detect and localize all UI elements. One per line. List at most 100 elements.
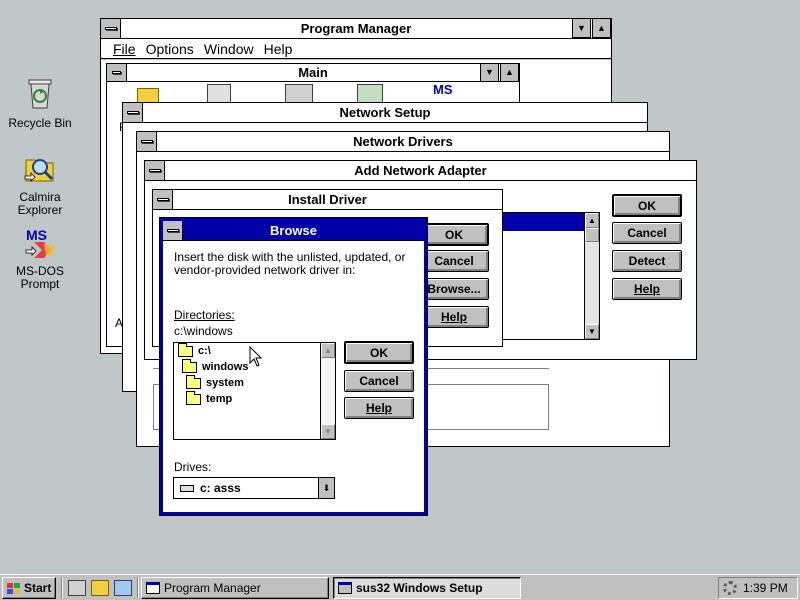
- maximize-icon[interactable]: ▲: [592, 19, 611, 38]
- desktop-icon-recycle-bin[interactable]: Recycle Bin: [2, 76, 78, 130]
- explorer-icon: [24, 159, 54, 182]
- setup-task-icon: [338, 582, 352, 594]
- hard-drive-icon: [180, 484, 194, 492]
- tree-item-temp[interactable]: temp: [186, 390, 233, 405]
- calmira-explorer-label: Calmira Explorer: [17, 190, 63, 217]
- system-menu-icon[interactable]: [101, 19, 121, 38]
- program-manager-titlebar[interactable]: Program Manager: [101, 19, 611, 39]
- directory-tree-scrollbar[interactable]: ▲ ▼: [320, 343, 335, 439]
- quicklaunch-folder-icon[interactable]: [114, 580, 132, 596]
- main-group-titlebar[interactable]: Main: [107, 64, 519, 82]
- install-driver-help-label: Help: [440, 310, 467, 324]
- tree-item-system[interactable]: system: [186, 374, 244, 389]
- install-driver-titlebar[interactable]: Install Driver: [153, 190, 502, 210]
- add-adapter-cancel-button[interactable]: Cancel: [612, 222, 682, 244]
- task-setup-label: sus32 Windows Setup: [356, 581, 483, 595]
- network-setup-titlebar[interactable]: Network Setup: [123, 103, 647, 123]
- add-adapter-ok-button[interactable]: OK: [612, 194, 682, 217]
- program-manager-title: Program Manager: [300, 21, 412, 36]
- tree-item-windows[interactable]: windows: [182, 358, 248, 373]
- start-button[interactable]: Start: [2, 577, 56, 599]
- install-driver-cancel-label: Cancel: [434, 254, 474, 268]
- add-adapter-cancel-label: Cancel: [627, 226, 667, 240]
- print-manager-icon[interactable]: [285, 84, 313, 104]
- browse-help-button[interactable]: Help: [344, 397, 414, 419]
- main-minimize-icon[interactable]: ▼: [480, 64, 499, 82]
- add-adapter-help-button[interactable]: Help: [612, 278, 682, 300]
- tree-item-root-label: c:\: [198, 345, 211, 357]
- tray-gear-icon[interactable]: [723, 581, 737, 595]
- install-driver-ok-button[interactable]: OK: [419, 223, 489, 246]
- desktop-icon-calmira-explorer[interactable]: Calmira Explorer: [2, 152, 78, 217]
- dropdown-arrow-icon[interactable]: ⬇: [318, 478, 334, 498]
- drives-select[interactable]: c: asss ⬇: [173, 477, 335, 499]
- task-separator: [137, 578, 139, 598]
- svg-text:MS: MS: [26, 227, 47, 243]
- install-driver-cancel-button[interactable]: Cancel: [419, 250, 489, 272]
- main-maximize-icon[interactable]: ▲: [500, 64, 519, 82]
- drives-label: Drives:: [174, 460, 212, 474]
- task-program-manager-label: Program Manager: [164, 581, 261, 595]
- network-setup-system-menu-icon[interactable]: [123, 103, 143, 122]
- taskbar: Start Program Manager sus32 Windows Setu…: [0, 574, 800, 600]
- browse-title: Browse: [270, 223, 317, 238]
- network-drivers-titlebar[interactable]: Network Drivers: [137, 132, 669, 152]
- clock[interactable]: 1:39 PM: [743, 581, 788, 595]
- add-adapter-title: Add Network Adapter: [354, 163, 487, 178]
- task-setup[interactable]: sus32 Windows Setup: [333, 577, 521, 599]
- tree-scroll-up-icon[interactable]: ▲: [321, 343, 335, 358]
- mouse-pointer-icon: [249, 346, 263, 367]
- install-driver-help-button[interactable]: Help: [419, 306, 489, 328]
- folder-icon: [186, 374, 201, 389]
- scroll-thumb[interactable]: [585, 228, 599, 242]
- desktop-icon-msdos-prompt[interactable]: MS MS-DOS Prompt: [2, 226, 78, 291]
- add-adapter-titlebar[interactable]: Add Network Adapter: [145, 161, 696, 181]
- scroll-down-icon[interactable]: ▼: [585, 324, 599, 339]
- network-drivers-system-menu-icon[interactable]: [137, 132, 157, 151]
- scroll-up-icon[interactable]: ▲: [585, 213, 599, 228]
- browse-instruction: Insert the disk with the unlisted, updat…: [174, 250, 406, 277]
- minimize-icon[interactable]: ▼: [572, 19, 591, 38]
- quicklaunch-explorer-icon[interactable]: [91, 580, 109, 596]
- msdos-icon: MS: [25, 227, 54, 258]
- drives-select-value: c: asss: [200, 481, 241, 495]
- network-drivers-title: Network Drivers: [353, 134, 453, 149]
- install-driver-browse-button[interactable]: Browse...: [419, 278, 489, 300]
- adapter-list-scrollbar[interactable]: ▲ ▼: [584, 213, 599, 339]
- program-manager-task-icon: [146, 582, 160, 594]
- main-group-title: Main: [298, 65, 328, 80]
- add-adapter-help-label: Help: [633, 282, 660, 296]
- system-tray: 1:39 PM: [718, 577, 798, 599]
- browse-system-menu-icon[interactable]: [163, 221, 183, 240]
- install-driver-ok-label: OK: [445, 227, 463, 242]
- main-system-menu-icon[interactable]: [107, 64, 127, 81]
- browse-help-label: Help: [365, 401, 392, 415]
- program-manager-menubar: File Options Window Help: [101, 39, 611, 59]
- quicklaunch-printer-icon[interactable]: [68, 580, 86, 596]
- add-adapter-ok-label: OK: [638, 198, 656, 213]
- install-driver-system-menu-icon[interactable]: [153, 190, 173, 209]
- menu-file[interactable]: File: [109, 41, 140, 57]
- directories-label: Directories:: [174, 308, 235, 322]
- control-panel-icon[interactable]: [207, 84, 231, 104]
- add-adapter-detect-button[interactable]: Detect: [612, 250, 682, 272]
- browse-cancel-button[interactable]: Cancel: [344, 370, 414, 392]
- tree-item-temp-label: temp: [206, 393, 233, 405]
- recycle-bin-icon: [28, 79, 52, 109]
- task-program-manager[interactable]: Program Manager: [141, 577, 329, 599]
- windows-logo-icon: [7, 582, 20, 594]
- browse-titlebar[interactable]: Browse: [163, 221, 424, 241]
- menu-window[interactable]: Window: [200, 41, 258, 57]
- clipboard-icon[interactable]: [357, 84, 383, 104]
- msdos-prompt-label: MS-DOS Prompt: [16, 264, 64, 291]
- open-folder-icon: [178, 342, 193, 357]
- open-folder-icon: [182, 358, 197, 373]
- browse-ok-button[interactable]: OK: [344, 341, 414, 364]
- msdos-group-icon[interactable]: MS: [433, 82, 463, 104]
- add-adapter-system-menu-icon[interactable]: [145, 161, 165, 180]
- menu-options[interactable]: Options: [142, 41, 198, 57]
- menu-help[interactable]: Help: [260, 41, 297, 57]
- tree-item-root[interactable]: c:\: [178, 342, 211, 357]
- tree-scroll-down-icon[interactable]: ▼: [321, 424, 335, 439]
- network-setup-title: Network Setup: [339, 105, 431, 120]
